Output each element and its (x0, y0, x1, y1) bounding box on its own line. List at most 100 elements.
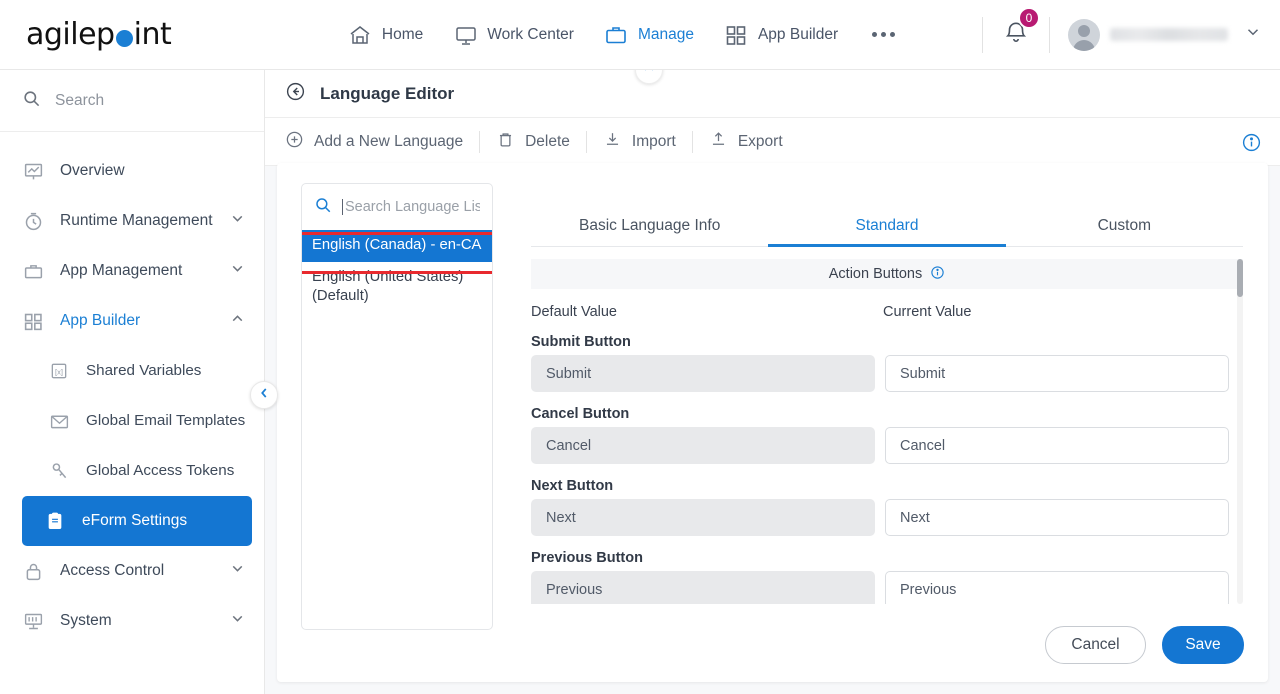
toolbar-info-icon[interactable] (1241, 132, 1262, 158)
sidebar-item-global-access-tokens[interactable]: Global Access Tokens (0, 446, 264, 496)
editor-tabs: Basic Language Info Standard Custom (531, 205, 1243, 247)
dot (881, 32, 887, 37)
nav-item-label: Home (381, 25, 424, 43)
row-label: Next Button (531, 478, 614, 494)
nav-item-manage[interactable]: Manage (604, 22, 694, 47)
variable-icon: [x] (48, 360, 70, 382)
form-row-previous-button: Previous Button Previous Previous (531, 536, 1243, 604)
logo-dot-icon (115, 30, 133, 47)
chevron-down-icon[interactable] (229, 210, 246, 232)
search-placeholder: Search (55, 91, 105, 109)
column-header-current-value: Current Value (883, 304, 972, 320)
dot (872, 32, 878, 37)
briefcase-icon (22, 260, 44, 282)
nav-item-home[interactable]: Home (348, 22, 423, 47)
logo-text-part2: int (133, 17, 172, 52)
sidebar-item-system[interactable]: System (0, 596, 264, 646)
standard-form-scroll-area: Action Buttons Default Value Current Val… (531, 259, 1243, 604)
card-footer: Cancel Save (1045, 626, 1244, 664)
info-circle-icon[interactable] (930, 265, 945, 284)
nav-item-app-builder[interactable]: App Builder (724, 22, 838, 47)
sidebar-item-overview[interactable]: Overview (0, 146, 264, 196)
column-headers: Default Value Current Value (531, 289, 1243, 320)
current-value-field[interactable]: Previous (885, 571, 1229, 604)
tab-custom[interactable]: Custom (1006, 205, 1243, 246)
chevron-down-icon[interactable] (229, 610, 246, 632)
search-input[interactable]: Search (0, 70, 264, 132)
default-value-field: Previous (531, 571, 875, 604)
chevron-up-icon[interactable] (229, 310, 246, 332)
sidebar-item-runtime-management[interactable]: Runtime Management (0, 196, 264, 246)
app-logo[interactable]: agilep int (0, 17, 265, 52)
chevron-down-icon[interactable] (229, 560, 246, 582)
sidebar-item-eform-settings[interactable]: eForm Settings (22, 496, 252, 546)
sidebar-item-global-email-templates[interactable]: Global Email Templates (0, 396, 264, 446)
current-value-field[interactable]: Submit (885, 355, 1229, 392)
language-list-item-en-us[interactable]: English (United States) (Default) (302, 262, 492, 313)
clock-icon (22, 210, 44, 232)
current-value-field[interactable]: Cancel (885, 427, 1229, 464)
sidebar-item-app-builder[interactable]: App Builder (0, 296, 264, 346)
sidebar-item-label: Global Email Templates (86, 412, 246, 430)
sidebar: Search Overview Runtime Management App M… (0, 70, 278, 694)
back-arrow-icon[interactable] (285, 81, 306, 107)
sidebar-item-label: Access Control (60, 562, 165, 580)
briefcase-icon (604, 22, 629, 47)
row-inputs: Submit Submit (531, 355, 1243, 392)
sidebar-item-label: App Management (60, 262, 183, 280)
tab-basic-language-info[interactable]: Basic Language Info (531, 205, 768, 246)
sidebar-collapse-button[interactable] (250, 381, 278, 409)
page-header: Language Editor (265, 70, 1280, 118)
plus-circle-icon (285, 130, 304, 154)
language-list-item-en-ca[interactable]: English (Canada) - en-CA (302, 230, 492, 262)
nav-item-work-center[interactable]: Work Center (453, 22, 574, 47)
user-name (1110, 28, 1228, 41)
grid-check-icon (22, 310, 44, 332)
form-scrollbar-thumb[interactable] (1237, 259, 1243, 297)
add-new-language-button[interactable]: Add a New Language (285, 130, 479, 154)
more-menu-icon[interactable] (868, 32, 899, 37)
default-value-field: Cancel (531, 427, 875, 464)
system-icon (22, 610, 44, 632)
notifications-button[interactable]: 0 (983, 7, 1049, 50)
import-button[interactable]: Import (603, 130, 692, 154)
row-label: Cancel Button (531, 406, 630, 422)
divider (691, 130, 693, 153)
sidebar-item-access-control[interactable]: Access Control (0, 546, 264, 596)
chevron-down-icon[interactable] (1244, 23, 1262, 46)
svg-text:[x]: [x] (55, 367, 63, 376)
row-label: Previous Button (531, 550, 643, 566)
tab-standard[interactable]: Standard (768, 205, 1006, 247)
toolbar-label: Delete (525, 132, 570, 150)
import-icon (603, 130, 622, 154)
divider (1049, 16, 1050, 53)
current-value-field[interactable]: Next (885, 499, 1229, 536)
nav-item-label: App Builder (757, 25, 839, 43)
save-button[interactable]: Save (1162, 626, 1244, 664)
cancel-button[interactable]: Cancel (1045, 626, 1146, 664)
main-nav: Home Work Center Manage App Builder (265, 22, 982, 47)
sidebar-item-shared-variables[interactable]: [x] Shared Variables (0, 346, 264, 396)
sidebar-item-app-management[interactable]: App Management (0, 246, 264, 296)
divider (585, 130, 587, 153)
section-title: Action Buttons (828, 266, 923, 282)
delete-button[interactable]: Delete (496, 130, 586, 154)
chevron-down-icon[interactable] (229, 260, 246, 282)
sidebar-item-label: Runtime Management (60, 212, 213, 230)
sidebar-item-label: Global Access Tokens (86, 462, 235, 480)
export-icon (709, 130, 728, 154)
export-button[interactable]: Export (709, 130, 799, 154)
sidebar-item-label: System (60, 612, 112, 630)
form-scrollbar[interactable] (1237, 259, 1243, 604)
language-search-placeholder: Search Language Lis (342, 199, 480, 215)
search-icon (22, 89, 41, 113)
clipboard-icon (44, 510, 66, 532)
avatar[interactable] (1068, 18, 1100, 51)
form-row-next-button: Next Button Next Next (531, 464, 1243, 536)
action-toolbar: Add a New Language Delete Import Export (265, 118, 1280, 166)
chart-board-icon (22, 160, 44, 182)
row-inputs: Next Next (531, 499, 1243, 536)
language-search-input[interactable]: Search Language Lis (302, 184, 492, 230)
divider (479, 130, 481, 153)
section-header-action-buttons: Action Buttons (531, 259, 1243, 289)
